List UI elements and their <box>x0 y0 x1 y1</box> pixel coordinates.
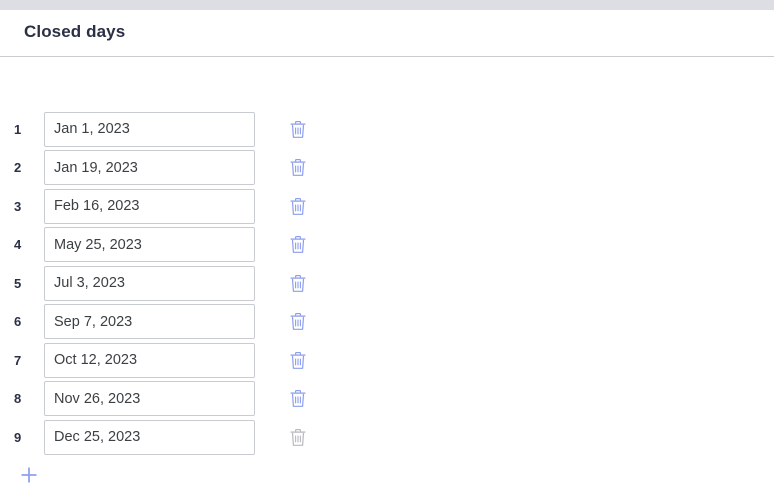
trash-icon <box>290 197 306 215</box>
trash-icon <box>290 236 306 254</box>
closed-day-date-input[interactable] <box>44 342 255 378</box>
row-index: 4 <box>14 237 22 253</box>
delete-closed-day-button[interactable] <box>285 155 311 181</box>
delete-closed-day-button[interactable] <box>285 386 311 412</box>
closed-days-page: Closed days 1 2 3 4 5 6 7 8 9 <box>0 0 774 504</box>
row-index: 2 <box>14 160 22 176</box>
delete-closed-day-button[interactable] <box>285 309 311 335</box>
trash-icon <box>290 313 306 331</box>
closed-day-row: 5 <box>0 264 774 303</box>
closed-day-date-input[interactable] <box>44 381 255 417</box>
row-index: 9 <box>14 429 22 445</box>
closed-day-row: 2 <box>0 149 774 188</box>
trash-icon <box>290 120 306 138</box>
closed-day-date-input[interactable] <box>44 304 255 340</box>
row-index: 5 <box>14 275 22 291</box>
closed-day-row: 1 <box>0 110 774 149</box>
trash-icon <box>290 274 306 292</box>
closed-day-row: 8 <box>0 380 774 419</box>
trash-icon <box>290 159 306 177</box>
delete-closed-day-button[interactable] <box>285 424 311 450</box>
closed-days-list: 1 2 3 4 5 6 7 8 9 <box>0 110 774 457</box>
closed-day-date-input[interactable] <box>44 265 255 301</box>
closed-day-date-input[interactable] <box>44 188 255 224</box>
closed-day-date-input[interactable] <box>44 227 255 263</box>
row-index: 7 <box>14 352 22 368</box>
closed-day-row: 6 <box>0 303 774 342</box>
closed-day-row: 4 <box>0 226 774 265</box>
row-index: 6 <box>14 314 22 330</box>
closed-day-date-input[interactable] <box>44 111 255 147</box>
trash-icon <box>290 390 306 408</box>
closed-day-row: 7 <box>0 341 774 380</box>
closed-day-date-input[interactable] <box>44 150 255 186</box>
row-index: 3 <box>14 198 22 214</box>
page-header: Closed days <box>0 10 774 57</box>
closed-day-row: 3 <box>0 187 774 226</box>
trash-icon <box>290 428 306 446</box>
window-top-strip <box>0 0 774 10</box>
delete-closed-day-button[interactable] <box>285 270 311 296</box>
row-index: 1 <box>14 121 22 137</box>
delete-closed-day-button[interactable] <box>285 232 311 258</box>
delete-closed-day-button[interactable] <box>285 347 311 373</box>
add-closed-day-button[interactable] <box>16 462 42 488</box>
closed-day-row: 9 <box>0 418 774 457</box>
plus-icon <box>21 467 37 483</box>
closed-day-date-input[interactable] <box>44 419 255 455</box>
delete-closed-day-button[interactable] <box>285 193 311 219</box>
delete-closed-day-button[interactable] <box>285 116 311 142</box>
page-title: Closed days <box>24 22 126 41</box>
row-index: 8 <box>14 391 22 407</box>
trash-icon <box>290 351 306 369</box>
